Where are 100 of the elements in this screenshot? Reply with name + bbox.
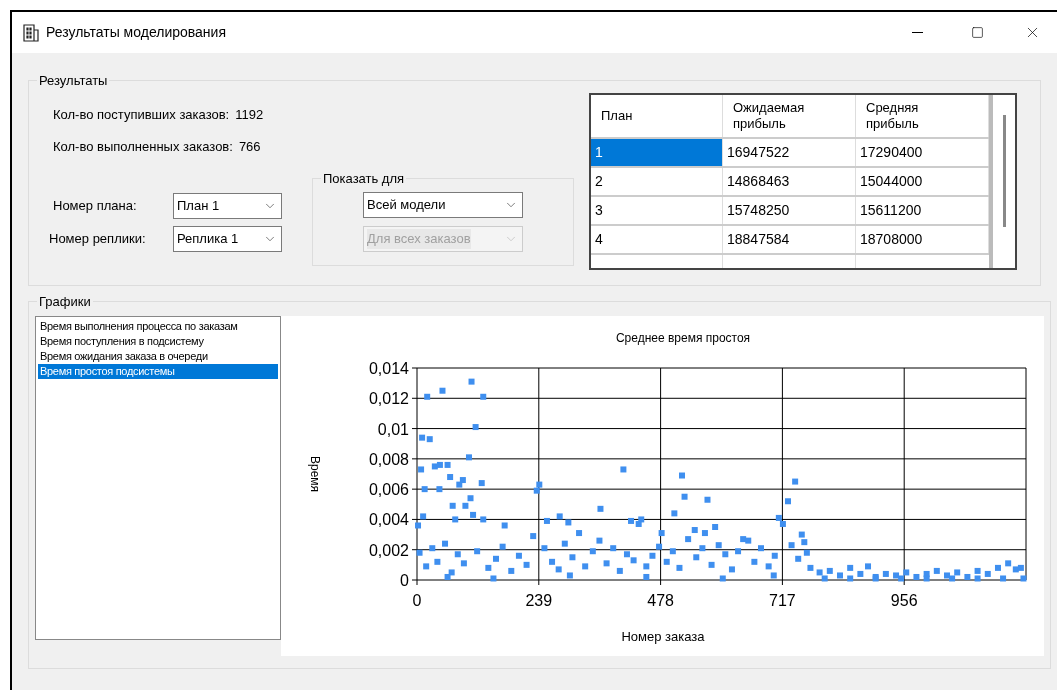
stat-value: 766 [238,137,261,156]
data-point [582,562,589,569]
data-point [616,567,623,574]
data-point [994,564,1001,571]
stat-label: Кол-во поступивших заказов: [53,105,230,124]
data-point [416,549,423,556]
data-point [485,564,492,571]
data-point [447,473,454,480]
data-point [701,529,708,536]
data-point [1020,575,1027,581]
table-cell[interactable]: 14868463 [723,167,856,195]
data-point [847,575,854,581]
data-point [460,559,467,566]
data-point [454,550,461,557]
table-cell[interactable]: 3 [591,196,723,224]
list-item[interactable]: Время простоя подсистемы [38,363,278,379]
data-point [565,518,572,525]
data-point [603,559,610,566]
data-point [715,541,722,548]
x-axis-label: Номер заказа [621,628,705,644]
data-point [589,547,596,554]
data-point [523,561,530,568]
y-tick-label: 0,006 [368,480,409,498]
group-title: Показать для [322,169,406,188]
dropdown[interactable]: План 1 [173,192,282,219]
data-point [452,515,459,522]
column-header[interactable]: План [591,94,723,137]
data-point [765,562,772,569]
data-point [691,526,698,533]
y-tick-label: 0,002 [368,541,409,559]
data-point [728,565,735,572]
table-cell[interactable]: 4 [591,225,723,253]
data-point [561,540,568,547]
table-cell[interactable]: 16947522 [723,138,856,166]
data-point [439,387,446,394]
data-point [792,478,799,485]
table-cell[interactable]: 15748250 [723,196,856,224]
window-title: Результаты моделирования [46,23,226,42]
chart-title: Среднее время простоя [615,330,751,345]
group-title: Результаты [38,72,109,90]
y-tick-label: 0,004 [368,510,409,528]
table-cell[interactable]: 1 [591,138,723,166]
data-point [751,558,758,565]
data-point [704,496,711,503]
stat-value: 1192 [235,105,264,124]
y-tick-label: 0,012 [368,389,409,407]
x-tick-label: 0 [412,591,422,609]
data-point [620,465,627,472]
data-point [474,547,481,554]
data-point [964,573,971,580]
data-point [771,552,778,559]
table-cell[interactable]: 2 [591,167,723,195]
data-point [556,512,563,519]
data-point [1000,575,1007,581]
data-point [676,564,683,571]
list-item[interactable]: Время поступления в подсистему [38,333,278,349]
y-tick-label: 0,01 [377,420,409,438]
stat-label: Кол-во выполненных заказов: [53,137,233,156]
y-axis-label: Время [308,455,322,492]
data-point [470,511,477,518]
data-point [429,544,436,551]
data-point [442,540,449,547]
data-point [643,573,650,580]
data-point [566,571,573,578]
data-point [499,543,506,550]
data-point [508,567,515,574]
data-point [681,493,688,500]
data-point [480,515,487,522]
data-point [643,562,650,569]
building-icon [22,23,40,42]
minimize-icon [911,32,923,33]
list-item[interactable]: Время выполнения процесса по заказам [38,318,278,334]
list-item[interactable]: Время ожидания заказа в очереди [38,348,278,364]
data-point [679,472,685,478]
data-point [436,485,443,492]
data-point [490,575,497,581]
data-point [415,522,421,528]
data-point [788,541,795,548]
table-cell[interactable]: 18847584 [723,225,856,253]
data-point [649,552,656,559]
dropdown[interactable]: Всей модели [363,192,523,218]
data-point [669,547,676,554]
data-point [882,570,889,577]
group-title: Графики [38,293,92,311]
x-tick-label: 717 [769,591,796,609]
data-point [722,550,729,557]
data-point [663,558,670,565]
column-header[interactable]: Ожидаемая прибыль [723,94,856,137]
data-point [712,523,719,530]
maximize-icon [970,26,984,39]
data-point [770,571,777,578]
data-point [515,552,522,559]
data-point [699,544,706,551]
data-point [576,529,583,536]
data-point [933,567,940,574]
data-point [420,512,427,519]
data-point [708,561,715,568]
dropdown[interactable]: Реплика 1 [173,225,282,252]
data-point [530,532,537,539]
x-tick-label: 478 [647,591,674,609]
